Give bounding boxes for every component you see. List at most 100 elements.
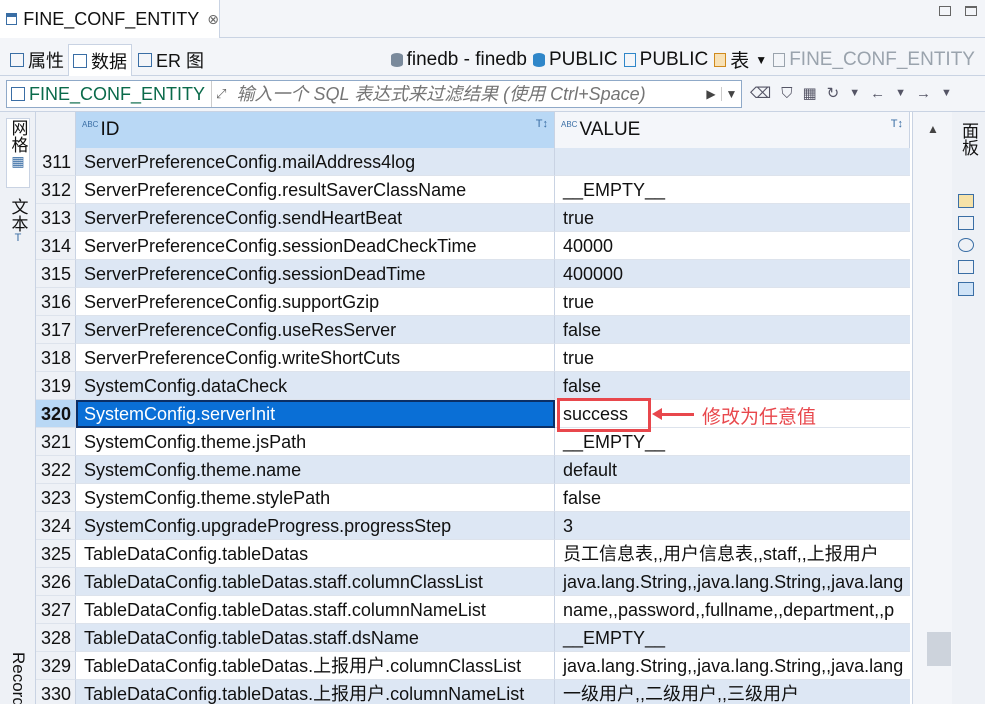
cell-id[interactable]: TableDataConfig.tableDatas.staff.columnC… [76, 568, 555, 596]
tab-grid[interactable]: 网格 ▦ [6, 118, 30, 188]
cell-value[interactable]: false [555, 372, 910, 400]
tab-panels[interactable]: 面板 [956, 122, 981, 156]
tab-data[interactable]: 数据 [68, 44, 132, 76]
cell-id[interactable]: SystemConfig.theme.stylePath [76, 484, 555, 512]
cell-value[interactable]: __EMPTY__ [555, 624, 910, 652]
table-row[interactable]: 325 TableDataConfig.tableDatas 员工信息表,,用户信息… [36, 540, 912, 568]
table-row[interactable]: 330 TableDataConfig.tableDatas.上报用户.colum… [36, 680, 912, 704]
cell-value[interactable]: name,,password,,fullname,,department,,p [555, 596, 910, 624]
table-row[interactable]: 315 ServerPreferenceConfig.sessionDeadTim… [36, 260, 912, 288]
table-row[interactable]: 322 SystemConfig.theme.name default [36, 456, 912, 484]
filter-settings-icon[interactable]: ▦ [802, 84, 816, 102]
cell-id[interactable]: TableDataConfig.tableDatas.staff.dsName [76, 624, 555, 652]
table-row[interactable]: 317 ServerPreferenceConfig.useResServer fa… [36, 316, 912, 344]
cell-id[interactable]: ServerPreferenceConfig.mailAddress4log [76, 148, 555, 176]
filter-input[interactable] [230, 81, 701, 107]
cell-value[interactable]: java.lang.String,,java.lang.String,,java… [555, 568, 910, 596]
tab-record[interactable]: Record [6, 652, 30, 704]
cell-value[interactable]: 40000 [555, 232, 910, 260]
chevron-down-icon[interactable]: ▼ [941, 87, 952, 99]
cell-id[interactable]: ServerPreferenceConfig.sendHeartBeat [76, 204, 555, 232]
table-row[interactable]: 311 ServerPreferenceConfig.mailAddress4lo… [36, 148, 912, 176]
close-icon[interactable]: ⊗ [207, 11, 219, 28]
cell-value[interactable]: true [555, 204, 910, 232]
table-row[interactable]: 318 ServerPreferenceConfig.writeShortCuts… [36, 344, 912, 372]
column-header-id[interactable]: ABC ID T↕ [76, 112, 555, 148]
cell-id[interactable]: TableDataConfig.tableDatas.staff.columnN… [76, 596, 555, 624]
scroll-up-icon[interactable]: ▲ [927, 122, 939, 136]
refresh-icon[interactable]: ↻ [827, 84, 840, 102]
cell-value[interactable]: false [555, 484, 910, 512]
cell-id[interactable]: SystemConfig.serverInit [76, 400, 555, 428]
cell-id[interactable]: SystemConfig.theme.jsPath [76, 428, 555, 456]
table-row[interactable]: 328 TableDataConfig.tableDatas.staff.dsNa… [36, 624, 912, 652]
breadcrumb-schema[interactable]: PUBLIC [533, 49, 618, 71]
table-row[interactable]: 312 ServerPreferenceConfig.resultSaverCla… [36, 176, 912, 204]
maximize-button[interactable] [965, 6, 977, 16]
cell-id[interactable]: ServerPreferenceConfig.useResServer [76, 316, 555, 344]
cell-value[interactable]: true [555, 344, 910, 372]
column-header-value[interactable]: ABC VALUE T↕ [555, 112, 910, 148]
cell-value[interactable]: 400000 [555, 260, 910, 288]
chevron-down-icon[interactable]: ▼ [895, 87, 906, 99]
sort-icon[interactable]: T↕ [536, 118, 548, 130]
apply-filter-icon[interactable]: ▶ [701, 87, 721, 101]
sort-icon[interactable]: T↕ [891, 118, 903, 130]
breadcrumb-type[interactable]: 表 ▼ [714, 46, 767, 73]
cell-value[interactable]: 3 [555, 512, 910, 540]
table-row[interactable]: 314 ServerPreferenceConfig.sessionDeadChe… [36, 232, 912, 260]
table-row[interactable]: 326 TableDataConfig.tableDatas.staff.colu… [36, 568, 912, 596]
tab-properties[interactable]: 属性 [6, 44, 68, 76]
filter-icon[interactable]: ⛉ [781, 85, 792, 102]
scrollbar-thumb[interactable] [927, 632, 951, 666]
grid-panel-icon[interactable] [958, 216, 974, 230]
filter-entity[interactable]: FINE_CONF_ENTITY [7, 81, 213, 107]
cell-id[interactable]: ServerPreferenceConfig.sessionDeadTime [76, 260, 555, 288]
cell-value[interactable]: true [555, 288, 910, 316]
back-icon[interactable]: ← [870, 85, 885, 102]
cell-value[interactable]: false [555, 316, 910, 344]
grid-corner[interactable] [36, 112, 76, 148]
cell-id[interactable]: SystemConfig.upgradeProgress.progressSte… [76, 512, 555, 540]
cell-value[interactable]: 一级用户,,二级用户,,三级用户 [555, 680, 910, 704]
forward-icon[interactable]: → [916, 85, 931, 102]
breadcrumb-entity[interactable]: FINE_CONF_ENTITY [773, 49, 975, 71]
cell-id[interactable]: TableDataConfig.tableDatas [76, 540, 555, 568]
cell-value[interactable]: 员工信息表,,用户信息表,,staff,,上报用户 [555, 540, 910, 568]
aggregate-icon[interactable] [958, 238, 974, 252]
cell-id[interactable]: ServerPreferenceConfig.supportGzip [76, 288, 555, 316]
cell-value[interactable]: default [555, 456, 910, 484]
editor-tab[interactable]: FINE_CONF_ENTITY ⊗ [0, 0, 220, 38]
table-row[interactable]: 323 SystemConfig.theme.stylePath false [36, 484, 912, 512]
cell-value[interactable]: __EMPTY__ [555, 428, 910, 456]
expand-icon[interactable]: ⤢ [212, 86, 230, 102]
cell-id[interactable]: ServerPreferenceConfig.sessionDeadCheckT… [76, 232, 555, 260]
cell-id[interactable]: SystemConfig.theme.name [76, 456, 555, 484]
cell-value[interactable] [555, 148, 910, 176]
table-row[interactable]: 319 SystemConfig.dataCheck false [36, 372, 912, 400]
minimize-button[interactable] [939, 6, 951, 16]
references-icon[interactable] [958, 282, 974, 296]
chevron-down-icon[interactable]: ▼ [755, 53, 767, 67]
table-row[interactable]: 321 SystemConfig.theme.jsPath __EMPTY__ [36, 428, 912, 456]
tab-text[interactable]: 文本 T [6, 198, 30, 258]
table-row[interactable]: 324 SystemConfig.upgradeProgress.progress… [36, 512, 912, 540]
breadcrumb-catalog[interactable]: PUBLIC [623, 49, 708, 71]
table-row[interactable]: 313 ServerPreferenceConfig.sendHeartBeat t… [36, 204, 912, 232]
cell-value[interactable]: java.lang.String,,java.lang.String,,java… [555, 652, 910, 680]
filter-history-icon[interactable]: ▼ [721, 87, 741, 101]
table-row[interactable]: 316 ServerPreferenceConfig.supportGzip tru… [36, 288, 912, 316]
vertical-scrollbar[interactable]: ▲ [912, 112, 952, 704]
breadcrumb-datasource[interactable]: finedb - finedb [390, 49, 527, 71]
metadata-icon[interactable] [958, 260, 974, 274]
cell-id[interactable]: TableDataConfig.tableDatas.上报用户.columnNa… [76, 680, 555, 704]
tab-er-diagram[interactable]: ER 图 [134, 44, 208, 76]
erase-icon[interactable]: ⌫ [750, 84, 771, 102]
table-row[interactable]: 329 TableDataConfig.tableDatas.上报用户.colum… [36, 652, 912, 680]
table-row[interactable]: 327 TableDataConfig.tableDatas.staff.colu… [36, 596, 912, 624]
table-panel-icon[interactable] [958, 194, 974, 208]
cell-id[interactable]: TableDataConfig.tableDatas.上报用户.columnCl… [76, 652, 555, 680]
cell-value[interactable]: __EMPTY__ [555, 176, 910, 204]
cell-id[interactable]: SystemConfig.dataCheck [76, 372, 555, 400]
chevron-down-icon[interactable]: ▼ [849, 87, 860, 99]
